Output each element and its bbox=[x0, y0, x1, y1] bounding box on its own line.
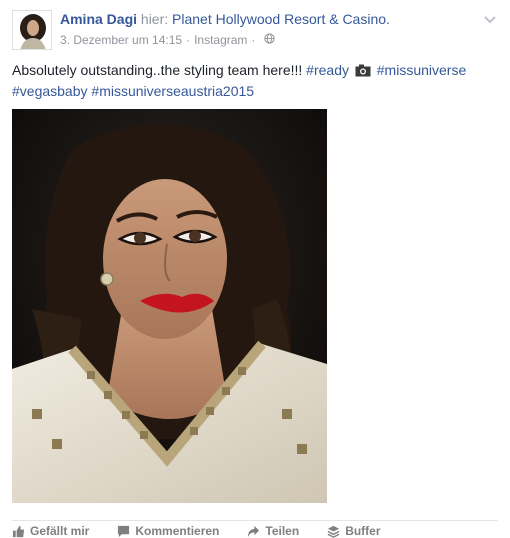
buffer-label: Buffer bbox=[345, 524, 381, 538]
hashtag-missuniverse[interactable]: #missuniverse bbox=[377, 62, 466, 78]
post-text: Absolutely outstanding..the styling team… bbox=[12, 61, 502, 101]
post-photo[interactable] bbox=[12, 109, 327, 503]
camera-icon bbox=[355, 63, 371, 82]
chevron-down-icon[interactable] bbox=[484, 11, 496, 29]
globe-icon[interactable] bbox=[264, 33, 276, 47]
buffer-icon bbox=[327, 525, 340, 538]
action-bar: Gefällt mir Kommentieren Teilen Buffer bbox=[12, 520, 498, 538]
post-body: Absolutely outstanding..the styling team… bbox=[12, 62, 307, 78]
comment-icon bbox=[118, 525, 130, 537]
location-link[interactable]: Planet Hollywood Resort & Casino. bbox=[172, 11, 390, 27]
buffer-button[interactable]: Buffer bbox=[327, 524, 381, 538]
meta-separator: · bbox=[186, 33, 191, 47]
author-name[interactable]: Amina Dagi bbox=[60, 11, 137, 27]
hashtag-vegasbaby[interactable]: #vegasbaby bbox=[12, 83, 88, 99]
meta-separator-2: · bbox=[251, 33, 256, 47]
hashtag-ready[interactable]: #ready bbox=[306, 62, 349, 78]
share-label: Teilen bbox=[265, 524, 300, 538]
like-button[interactable]: Gefällt mir bbox=[12, 524, 89, 538]
comment-button[interactable]: Kommentieren bbox=[117, 524, 219, 538]
comment-label: Kommentieren bbox=[135, 524, 220, 538]
location-prefix: hier: bbox=[140, 11, 169, 27]
share-arrow-icon bbox=[248, 525, 260, 537]
hashtag-missuniverseaustria2015[interactable]: #missuniverseaustria2015 bbox=[91, 83, 254, 99]
thumbs-up-icon bbox=[12, 525, 25, 537]
like-label: Gefällt mir bbox=[30, 524, 90, 538]
post-header: Amina Dagi hier: Planet Hollywood Resort… bbox=[60, 11, 390, 27]
share-button[interactable]: Teilen bbox=[247, 524, 299, 538]
post-meta: 3. Dezember um 14:15 · Instagram · bbox=[60, 33, 276, 47]
portrait-image bbox=[12, 109, 327, 503]
author-avatar[interactable] bbox=[12, 10, 52, 50]
post-timestamp[interactable]: 3. Dezember um 14:15 bbox=[60, 33, 182, 47]
post-source[interactable]: Instagram bbox=[194, 33, 247, 47]
